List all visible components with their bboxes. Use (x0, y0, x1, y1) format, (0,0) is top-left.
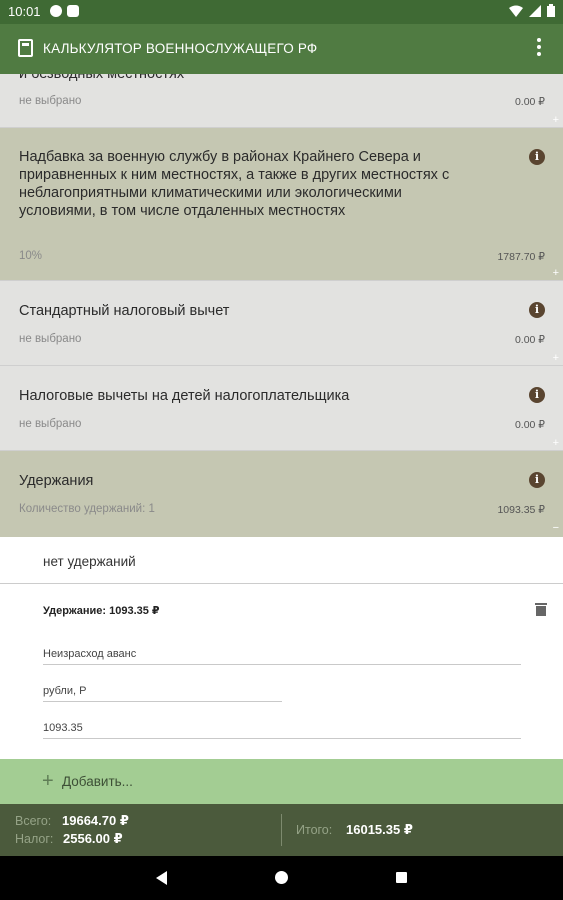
card-subtitle: 10% (19, 250, 43, 262)
card-subtitle: не выбрано (19, 418, 82, 430)
card-subtitle: не выбрано (19, 95, 82, 107)
tax-label: Налог: (15, 832, 54, 846)
expand-plus-icon[interactable]: + (553, 268, 559, 279)
recent-apps-icon[interactable] (396, 872, 407, 883)
deduction-amount-field[interactable]: 1093.35 (43, 722, 521, 739)
calculator-icon (18, 39, 33, 57)
info-icon[interactable]: i (529, 302, 545, 318)
add-button-label: Добавить... (62, 774, 133, 789)
card-children-tax-deduction[interactable]: Налоговые вычеты на детей налогоплательщ… (0, 366, 563, 450)
back-icon[interactable] (156, 871, 167, 885)
card-subtitle: не выбрано (19, 333, 82, 345)
system-nav-bar (0, 856, 563, 900)
signal-icon (529, 4, 541, 17)
no-deductions-option[interactable]: нет удержаний (43, 554, 136, 569)
content-list[interactable]: и безводных местностях не выбрано 0.00 ₽… (0, 74, 563, 804)
result-label: Итого: (296, 823, 333, 837)
deduction-item-title: Удержание: 1093.35 ₽ (43, 605, 160, 617)
card-title: Надбавка за военную службу в районах Кра… (19, 149, 450, 219)
expand-plus-icon[interactable]: + (553, 353, 559, 364)
info-icon[interactable]: i (529, 387, 545, 403)
app-title: КАЛЬКУЛЯТОР ВОЕННОСЛУЖАЩЕГО РФ (43, 41, 318, 56)
totals-bar: Всего: 19664.70 ₽ Налог: 2556.00 ₽ Итого… (0, 804, 563, 856)
status-bar: 10:01 (0, 0, 563, 24)
card-title: и безводных местностях (19, 74, 185, 82)
add-deduction-button[interactable]: + Добавить... (0, 759, 563, 804)
app-notification-icon (50, 5, 62, 17)
card-amount: 1093.35 ₽ (497, 504, 545, 516)
total-label: Всего: (15, 814, 52, 828)
wifi-icon (509, 5, 523, 17)
deduction-name-field[interactable]: Неизрасход аванс (43, 648, 521, 665)
card-north-allowance[interactable]: Надбавка за военную службу в районах Кра… (0, 128, 563, 280)
card-water-free-areas[interactable]: и безводных местностях не выбрано 0.00 ₽… (0, 74, 563, 127)
status-notification-icons (50, 5, 79, 17)
expand-plus-icon[interactable]: + (553, 438, 559, 449)
card-deductions[interactable]: Удержания i Количество удержаний: 1 1093… (0, 451, 563, 537)
plus-icon: + (42, 770, 54, 792)
trash-icon[interactable] (535, 603, 547, 616)
overflow-menu-icon[interactable] (537, 38, 541, 59)
card-subtitle: Количество удержаний: 1 (19, 503, 155, 515)
battery-icon (547, 4, 555, 17)
info-icon[interactable]: i (529, 472, 545, 488)
result-value: 16015.35 ₽ (346, 822, 413, 837)
divider (281, 814, 282, 846)
info-icon[interactable]: i (529, 149, 545, 165)
status-right-icons (509, 4, 555, 17)
home-icon[interactable] (275, 871, 288, 884)
card-title: Стандартный налоговый вычет (19, 303, 230, 319)
expand-plus-icon[interactable]: + (553, 115, 559, 126)
card-amount: 1787.70 ₽ (497, 251, 545, 263)
deduction-unit-select[interactable]: рубли, Р (43, 685, 282, 702)
tax-value: 2556.00 ₽ (63, 831, 123, 846)
app-bar: КАЛЬКУЛЯТОР ВОЕННОСЛУЖАЩЕГО РФ (0, 24, 563, 74)
divider (0, 583, 563, 584)
card-amount: 0.00 ₽ (514, 419, 545, 431)
card-amount: 0.00 ₽ (514, 334, 545, 346)
collapse-minus-icon[interactable]: − (553, 523, 559, 534)
card-title: Удержания (19, 473, 94, 489)
card-standard-tax-deduction[interactable]: Стандартный налоговый вычет i не выбрано… (0, 281, 563, 365)
status-time: 10:01 (8, 4, 41, 19)
card-amount: 0.00 ₽ (514, 96, 545, 108)
sd-card-icon (67, 5, 79, 17)
deductions-panel: нет удержаний Удержание: 1093.35 ₽ Неизр… (0, 537, 563, 759)
card-title: Налоговые вычеты на детей налогоплательщ… (19, 388, 350, 404)
total-value: 19664.70 ₽ (62, 813, 129, 828)
